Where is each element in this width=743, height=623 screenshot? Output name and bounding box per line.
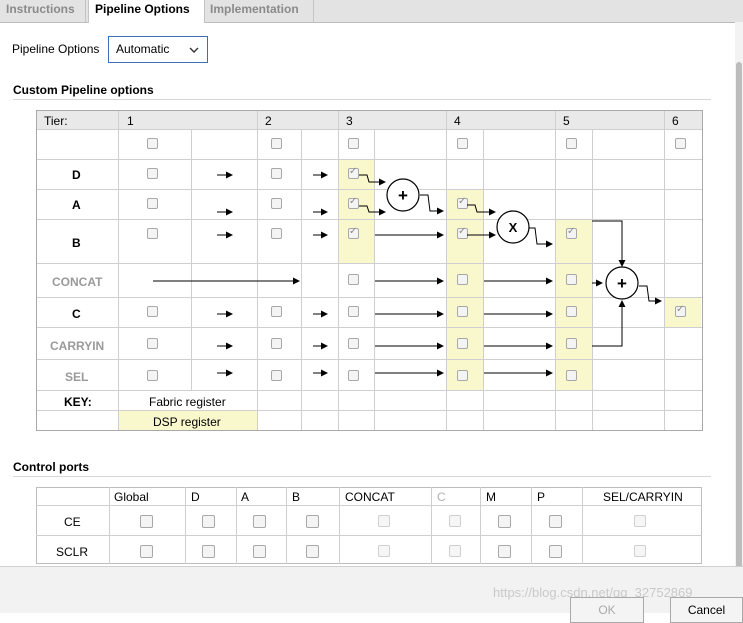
tab-pipeline-options[interactable]: Pipeline Options <box>88 0 205 23</box>
ce-sel-carryin-checkbox[interactable] <box>634 515 646 527</box>
sclr-sel-carryin-checkbox[interactable] <box>634 545 646 557</box>
cancel-button[interactable]: Cancel <box>670 597 743 623</box>
sclr-b-checkbox[interactable] <box>306 545 319 558</box>
ok-button[interactable]: OK <box>570 597 644 623</box>
sclr-global-checkbox[interactable] <box>140 545 153 558</box>
row-sclr: SCLR <box>56 545 89 559</box>
col-d: D <box>191 490 200 504</box>
sclr-concat-checkbox[interactable] <box>378 545 390 557</box>
ce-concat-checkbox[interactable] <box>378 515 390 527</box>
section-divider <box>13 476 711 477</box>
ce-d-checkbox[interactable] <box>202 515 215 528</box>
pipeline-options-select[interactable]: Automatic <box>108 36 208 63</box>
tab-implementation[interactable]: Implementation <box>204 0 314 22</box>
col-p: P <box>537 490 546 504</box>
dialog-footer: https://blog.csdn.net/qq_32752869 OK Can… <box>0 566 743 623</box>
ce-a-checkbox[interactable] <box>253 515 266 528</box>
col-sel-carryin: SEL/CARRYIN <box>603 490 683 504</box>
pipeline-options-label: Pipeline Options <box>12 42 100 56</box>
row-ce: CE <box>64 515 81 529</box>
multiplier-symbol: X <box>509 220 518 235</box>
pipeline-options-value: Automatic <box>116 42 170 56</box>
col-m: M <box>486 490 496 504</box>
adder-symbol: + <box>398 186 408 205</box>
sclr-c-checkbox[interactable] <box>449 545 461 557</box>
col-a: A <box>241 490 250 504</box>
sclr-m-checkbox[interactable] <box>498 545 511 558</box>
scrollbar-thumb[interactable] <box>736 62 742 582</box>
col-b: B <box>292 490 301 504</box>
tab-instructions[interactable]: Instructions <box>0 0 86 22</box>
ce-b-checkbox[interactable] <box>306 515 319 528</box>
ce-c-checkbox[interactable] <box>449 515 461 527</box>
col-c: C <box>437 490 446 504</box>
sclr-p-checkbox[interactable] <box>549 545 562 558</box>
tab-bar: Instructions Pipeline Options Implementa… <box>0 0 743 23</box>
dsp-datapath-diagram: + X + <box>153 171 662 377</box>
custom-pipeline-table: Tier: 1 2 3 4 5 6 D A B CONCAT C CARRYIN… <box>36 110 703 431</box>
sclr-d-checkbox[interactable] <box>202 545 215 558</box>
col-concat: CONCAT <box>345 490 395 504</box>
control-ports-table: Global D A B CONCAT C M P SEL/CARRYIN CE… <box>36 487 702 564</box>
custom-pipeline-title: Custom Pipeline options <box>13 83 154 97</box>
control-ports-title: Control ports <box>13 460 89 474</box>
key-dsp-register: DSP register <box>153 415 221 429</box>
vertical-scrollbar[interactable] <box>735 22 743 582</box>
ce-global-checkbox[interactable] <box>140 515 153 528</box>
ce-p-checkbox[interactable] <box>549 515 562 528</box>
section-divider <box>13 99 711 100</box>
final-adder-symbol: + <box>617 274 627 293</box>
col-global: Global <box>114 490 149 504</box>
sclr-a-checkbox[interactable] <box>253 545 266 558</box>
ce-m-checkbox[interactable] <box>498 515 511 528</box>
chevron-down-icon <box>189 47 199 53</box>
